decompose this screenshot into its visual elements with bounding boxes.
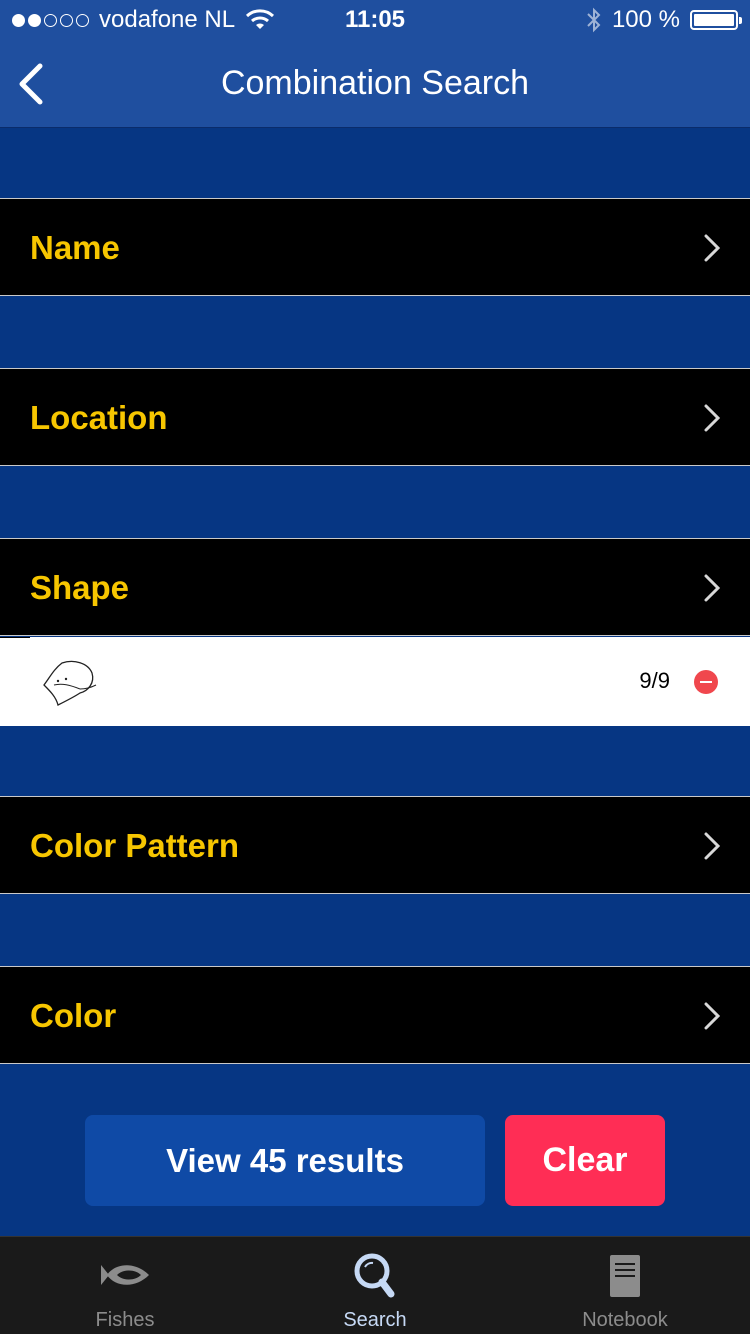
navigation-bar: Combination Search [0,40,750,128]
chevron-right-icon [704,832,721,860]
battery-icon [690,10,742,30]
row-shape[interactable]: Shape [0,538,750,636]
tab-bar: Fishes Search Notebook [0,1236,750,1334]
battery-percent: 100 % [611,6,680,33]
magnifier-icon [354,1253,395,1298]
chevron-right-icon [704,574,721,602]
row-name[interactable]: Name [0,198,750,296]
row-color-label: Color [30,997,117,1034]
tab-notebook[interactable]: Notebook [500,1237,750,1334]
row-name-label: Name [30,229,120,266]
bluetooth-icon [587,7,601,33]
tab-notebook-label: Notebook [582,1309,668,1331]
status-bar: vodafone NL 11:05 100 % [0,0,750,40]
minus-circle-icon[interactable] [694,670,718,694]
chevron-right-icon [704,404,721,432]
tab-search-label: Search [343,1309,407,1331]
tab-fishes[interactable]: Fishes [0,1237,250,1334]
fish-icon [101,1265,149,1285]
chevron-right-icon [704,234,721,262]
ray-fish-shape-icon [43,660,97,706]
tab-fishes-label: Fishes [95,1309,155,1331]
row-shape-label: Shape [30,569,130,606]
view-results-button[interactable]: View 45 results [85,1115,485,1206]
row-location-label: Location [30,399,168,436]
page-title: Combination Search [220,64,530,102]
row-color-pattern-label: Color Pattern [30,827,240,864]
chevron-right-icon [704,1002,721,1030]
row-location[interactable]: Location [0,368,750,466]
row-color-pattern[interactable]: Color Pattern [0,796,750,894]
row-color[interactable]: Color [0,966,750,1064]
clear-button[interactable]: Clear [505,1115,665,1206]
selected-shape-item[interactable]: 9/9 [0,637,750,726]
selection-count: 9/9 [639,668,670,693]
divider [0,637,30,638]
status-right: 100 % [586,6,742,34]
tab-search[interactable]: Search [250,1237,500,1334]
notebook-icon [610,1255,640,1297]
